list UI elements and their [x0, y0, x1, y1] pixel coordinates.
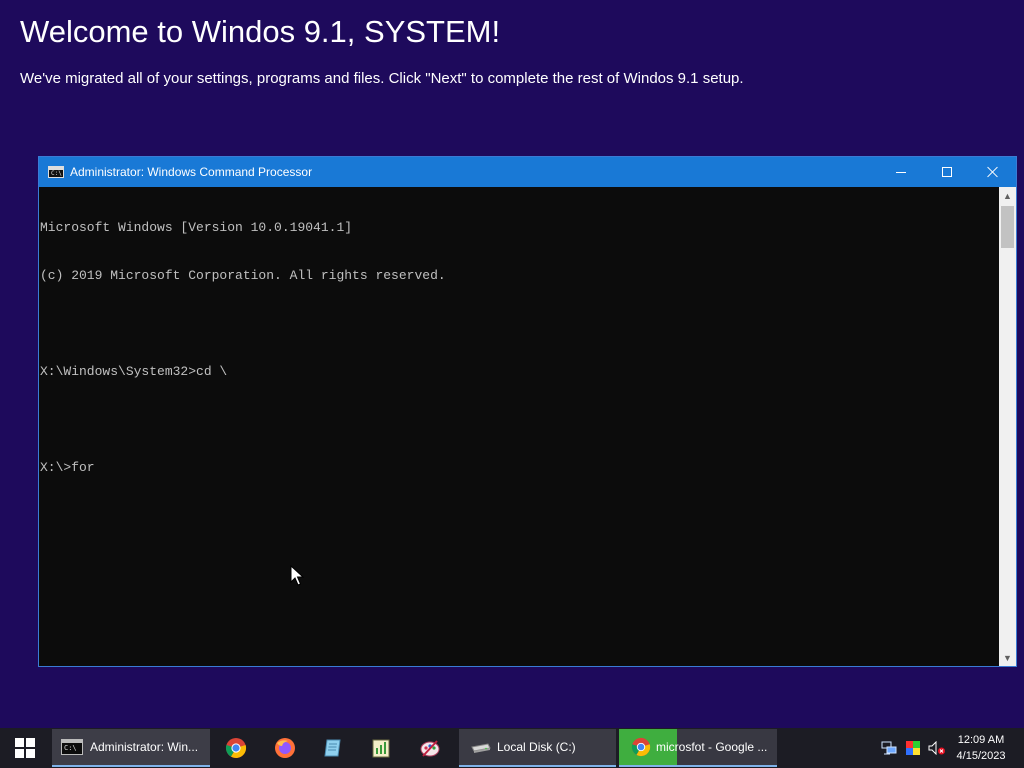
firefox-icon — [275, 738, 295, 758]
taskbar-pin-paint[interactable] — [406, 728, 454, 768]
taskbar-clock[interactable]: 12:09 AM 4/15/2023 — [950, 732, 1012, 764]
taskbar-pin-ramdisk[interactable] — [357, 728, 405, 768]
notepad-icon — [324, 739, 341, 757]
window-titlebar[interactable]: C:\ Administrator: Windows Command Proce… — [39, 157, 1016, 187]
clock-date: 4/15/2023 — [956, 750, 1006, 762]
clock-time: 12:09 AM — [957, 734, 1005, 746]
start-button[interactable] — [0, 728, 50, 768]
close-icon — [987, 166, 999, 178]
taskbar-item-label: Local Disk (C:) — [497, 740, 576, 754]
taskbar: C:\ Administrator: Win... Local Disk (C:… — [0, 728, 1024, 768]
mouse-cursor-icon — [290, 565, 304, 586]
network-icon — [881, 741, 897, 755]
color-management-icon — [906, 741, 920, 755]
oobe-subtitle: We've migrated all of your settings, pro… — [20, 70, 744, 87]
volume-tray-button[interactable] — [927, 728, 947, 768]
console-line: X:\Windows\System32>cd \ — [40, 364, 228, 379]
paint-icon — [420, 740, 440, 757]
oobe-title: Welcome to Windos 9.1, SYSTEM! — [20, 14, 501, 49]
maximize-icon — [942, 167, 952, 177]
console-input-line[interactable]: X:\>for — [40, 460, 999, 476]
color-tray-button[interactable] — [904, 728, 922, 768]
minimize-icon — [896, 171, 906, 173]
command-prompt-window[interactable]: C:\ Administrator: Windows Command Proce… — [38, 156, 1017, 667]
taskbar-item-command-prompt[interactable]: C:\ Administrator: Win... — [52, 729, 210, 767]
network-tray-button[interactable] — [880, 728, 898, 768]
taskbar-pin-firefox[interactable] — [261, 728, 309, 768]
taskbar-pin-notepad[interactable] — [309, 728, 357, 768]
maximize-button[interactable] — [924, 157, 970, 187]
minimize-button[interactable] — [878, 157, 924, 187]
taskbar-item-google-chrome[interactable]: microsfot - Google ... — [619, 729, 777, 767]
taskbar-item-label: microsfot - Google ... — [656, 740, 768, 754]
cmd-icon: C:\ — [61, 739, 83, 755]
close-button[interactable] — [970, 157, 1016, 187]
window-title: Administrator: Windows Command Processor — [70, 165, 313, 179]
drive-icon — [471, 743, 491, 753]
cmd-icon: C:\ — [48, 166, 64, 178]
chrome-icon — [631, 737, 651, 757]
windows-logo-icon — [15, 738, 35, 758]
volume-muted-icon — [928, 741, 945, 755]
console-line: (c) 2019 Microsoft Corporation. All righ… — [40, 268, 446, 283]
scroll-down-icon[interactable]: ▼ — [999, 649, 1016, 666]
console-output[interactable]: Microsoft Windows [Version 10.0.19041.1]… — [39, 187, 999, 666]
taskbar-item-label: Administrator: Win... — [90, 740, 199, 754]
ramdisk-icon — [372, 739, 390, 758]
taskbar-pin-chrome[interactable] — [212, 728, 260, 768]
taskbar-item-local-disk[interactable]: Local Disk (C:) — [459, 729, 616, 767]
vertical-scrollbar[interactable]: ▲ ▼ — [999, 187, 1016, 666]
scroll-up-icon[interactable]: ▲ — [999, 187, 1016, 204]
console-line: Microsoft Windows [Version 10.0.19041.1] — [40, 220, 353, 235]
chrome-icon — [225, 738, 247, 758]
scrollbar-thumb[interactable] — [1001, 206, 1014, 248]
